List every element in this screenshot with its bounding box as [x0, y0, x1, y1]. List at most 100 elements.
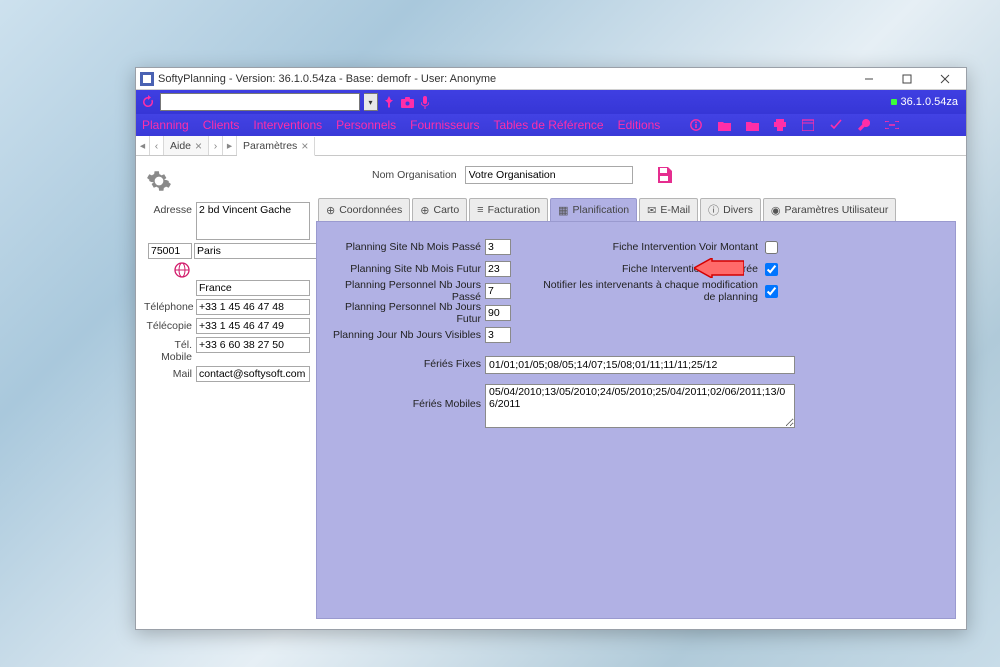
tab-label: Paramètres	[243, 140, 297, 152]
tab-facturation[interactable]: ≡Facturation	[469, 198, 548, 221]
site-passe-label: Planning Site Nb Mois Passé	[327, 241, 485, 253]
gear-icon	[146, 168, 310, 194]
wrench-icon[interactable]	[857, 119, 871, 131]
menu-planning[interactable]: Planning	[142, 118, 189, 132]
main-panel: Nom Organisation ⊕Coordonnées ⊕Carto ≡Fa…	[316, 156, 966, 629]
folder-icon[interactable]	[717, 120, 731, 131]
mic-icon[interactable]	[418, 95, 432, 109]
pers-passe-field[interactable]	[485, 283, 511, 299]
tab-params-user[interactable]: ◉Paramètres Utilisateur	[763, 198, 896, 221]
planification-panel: Planning Site Nb Mois Passé Fiche Interv…	[316, 221, 956, 619]
notifier-label: Notifier les intervenants à chaque modif…	[535, 279, 761, 303]
close-icon[interactable]: ×	[301, 139, 308, 153]
fiche-montant-label: Fiche Intervention Voir Montant	[535, 241, 761, 253]
mobile-field[interactable]	[196, 337, 310, 353]
check-icon[interactable]	[829, 119, 843, 131]
search-input[interactable]	[160, 93, 360, 111]
camera-icon[interactable]	[400, 95, 414, 109]
menu-editions[interactable]: Editions	[618, 118, 661, 132]
tab-nav-next[interactable]: ›	[209, 136, 223, 155]
tab-email[interactable]: ✉E-Mail	[639, 198, 698, 221]
globe-icon: ⊕	[326, 204, 335, 217]
menu-clients[interactable]: Clients	[203, 118, 240, 132]
minimize-button[interactable]	[850, 69, 888, 89]
mobile-label: Tél. Mobile	[144, 337, 196, 363]
menu-fournisseurs[interactable]: Fournisseurs	[410, 118, 479, 132]
window-title: SoftyPlanning - Version: 36.1.0.54za - B…	[158, 73, 496, 85]
info-icon: ⓘ	[708, 202, 719, 218]
feries-mobiles-label: Fériés Mobiles	[327, 384, 485, 410]
info-icon[interactable]	[689, 119, 703, 131]
ribbon: ▾ 36.1.0.54za	[136, 90, 966, 114]
telephone-label: Téléphone	[144, 299, 196, 313]
search-dropdown-button[interactable]: ▾	[364, 93, 378, 111]
tab-nav-first[interactable]: ◂	[136, 136, 150, 155]
notifier-checkbox[interactable]	[765, 285, 778, 298]
tab-label: Aide	[170, 140, 191, 152]
telecopie-field[interactable]	[196, 318, 310, 334]
inner-tabs: ⊕Coordonnées ⊕Carto ≡Facturation ▦Planif…	[316, 198, 956, 221]
tab-planification[interactable]: ▦Planification	[550, 198, 637, 221]
site-passe-field[interactable]	[485, 239, 511, 255]
shield-icon: ◉	[771, 204, 781, 217]
menu-interventions[interactable]: Interventions	[253, 118, 322, 132]
folder2-icon[interactable]	[745, 120, 759, 131]
map-icon: ⊕	[420, 204, 429, 217]
tab-carto[interactable]: ⊕Carto	[412, 198, 467, 221]
calendar-icon: ▦	[558, 204, 568, 217]
telecopie-label: Télécopie	[144, 318, 196, 332]
adresse-label: Adresse	[144, 202, 196, 216]
jour-visibles-label: Planning Jour Nb Jours Visibles	[327, 329, 485, 341]
close-button[interactable]	[926, 69, 964, 89]
mail-field[interactable]	[196, 366, 310, 382]
invoice-icon: ≡	[477, 204, 483, 216]
feries-mobiles-field[interactable]	[485, 384, 795, 428]
pers-passe-label: Planning Personnel Nb Jours Passé	[327, 279, 485, 303]
tab-parametres[interactable]: Paramètres ×	[237, 137, 315, 156]
fiche-duree-label: Fiche Intervention Voir Durée	[535, 263, 761, 275]
close-icon[interactable]: ×	[195, 139, 202, 153]
feries-fixes-field[interactable]	[485, 356, 795, 374]
tab-divers[interactable]: ⓘDivers	[700, 198, 761, 221]
country-field[interactable]	[196, 280, 310, 296]
site-futur-field[interactable]	[485, 261, 511, 277]
version-badge: 36.1.0.54za	[891, 96, 963, 108]
doc-tabs: ◂ ‹ Aide × › ▸ Paramètres ×	[136, 136, 966, 156]
status-dot-icon	[891, 99, 897, 105]
city-field[interactable]	[194, 243, 335, 259]
telephone-field[interactable]	[196, 299, 310, 315]
adresse-field[interactable]	[196, 202, 310, 240]
app-icon	[140, 72, 154, 86]
pers-futur-label: Planning Personnel Nb Jours Futur	[327, 301, 485, 325]
globe-icon	[174, 262, 310, 278]
tab-nav-prev[interactable]: ‹	[150, 136, 164, 155]
app-window: SoftyPlanning - Version: 36.1.0.54za - B…	[135, 67, 967, 630]
save-icon[interactable]	[655, 166, 673, 184]
fiche-montant-checkbox[interactable]	[765, 241, 778, 254]
link-icon[interactable]	[885, 121, 899, 129]
tab-aide[interactable]: Aide ×	[164, 136, 209, 155]
mail-label: Mail	[144, 366, 196, 380]
menu-tables-ref[interactable]: Tables de Référence	[494, 118, 604, 132]
pers-futur-field[interactable]	[485, 305, 511, 321]
site-futur-label: Planning Site Nb Mois Futur	[327, 263, 485, 275]
version-text: 36.1.0.54za	[901, 96, 959, 108]
fiche-duree-checkbox[interactable]	[765, 263, 778, 276]
titlebar: SoftyPlanning - Version: 36.1.0.54za - B…	[136, 68, 966, 90]
menubar: Planning Clients Interventions Personnel…	[136, 114, 966, 136]
print-icon[interactable]	[773, 119, 787, 131]
calendar-icon[interactable]	[801, 119, 815, 131]
maximize-button[interactable]	[888, 69, 926, 89]
refresh-icon[interactable]	[140, 94, 156, 110]
feries-fixes-label: Fériés Fixes	[327, 356, 485, 370]
postal-field[interactable]	[148, 243, 192, 259]
menu-personnels[interactable]: Personnels	[336, 118, 396, 132]
tab-coordonnees[interactable]: ⊕Coordonnées	[318, 198, 410, 221]
side-form: Adresse Téléphone Té	[136, 156, 316, 629]
tab-nav-last[interactable]: ▸	[223, 136, 237, 155]
organisation-label: Nom Organisation	[372, 169, 457, 181]
pin-icon[interactable]	[382, 95, 396, 109]
jour-visibles-field[interactable]	[485, 327, 511, 343]
organisation-field[interactable]	[465, 166, 633, 184]
mail-icon: ✉	[647, 204, 656, 217]
